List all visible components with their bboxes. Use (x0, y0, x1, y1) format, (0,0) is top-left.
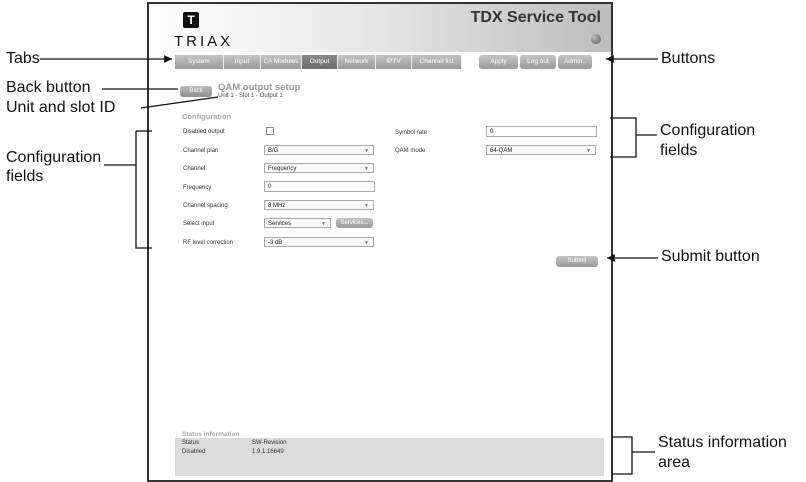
annotation-config-left-2: fields (6, 168, 44, 185)
right-config-bracket (610, 117, 637, 158)
annotation-config-left-1: Configuration (6, 149, 102, 166)
annotation-config-right-2: fields (660, 142, 698, 159)
left-config-bracket-low (135, 131, 152, 249)
status-bracket (612, 436, 633, 475)
annotation-lines (40, 55, 658, 475)
annotation-status-2: area (658, 454, 691, 471)
annotation-back-button: Back button (6, 79, 91, 96)
unit-slot-leader (140, 96, 219, 109)
annotation-tabs: Tabs (6, 50, 40, 67)
annotation-submit: Submit button (661, 248, 760, 265)
annotation-unit-slot: Unit and slot ID (6, 99, 116, 116)
annotation-buttons: Buttons (661, 50, 716, 67)
annotation-config-right-1: Configuration (660, 122, 756, 139)
annotation-status-1: Status information (658, 434, 787, 451)
